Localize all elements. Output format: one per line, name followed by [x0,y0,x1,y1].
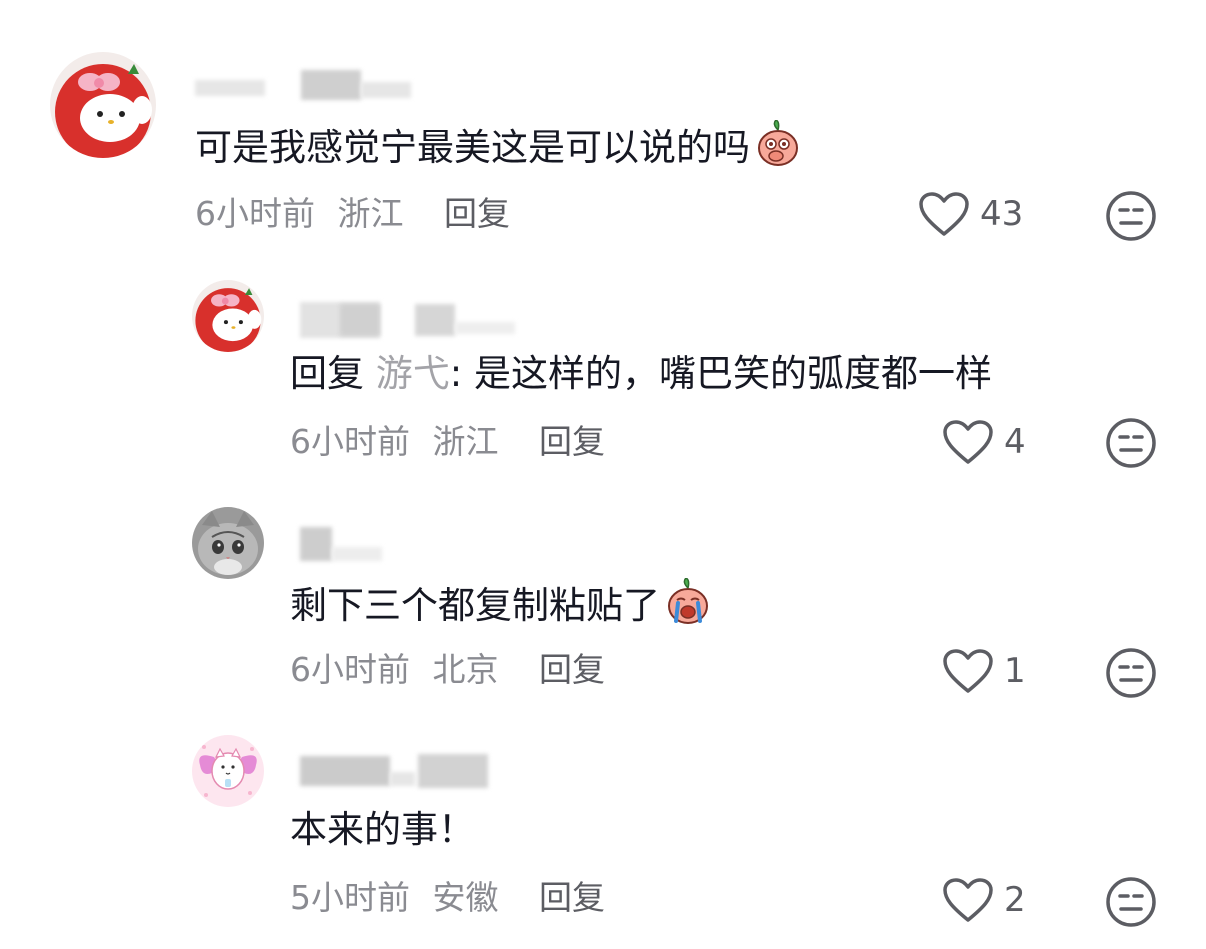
comment-meta: 6小时前 北京 回复 [290,648,605,692]
reply-button[interactable]: 回复 [444,194,510,233]
comment-item: 可是我感觉宁最美这是可以说的吗 6小时前 浙江 回复 43 [0,0,1206,250]
comment-location: 北京 [432,650,499,689]
comment-meta: 6小时前 浙江 回复 [290,420,605,464]
neutral-face-icon [1106,648,1156,698]
comment-location: 安徽 [432,878,499,917]
comment-location: 浙江 [432,422,499,461]
comment-text: 回复 游弋: 是这样的，嘴巴笑的弧度都一样 [290,350,992,398]
username[interactable] [290,525,410,561]
comment-text-content: 剩下三个都复制粘贴了 [290,584,660,627]
comment-location: 浙江 [337,194,404,233]
comment-text-content: 可是我感觉宁最美这是可以说的吗 [195,126,750,169]
heart-icon [943,649,993,693]
neutral-face-icon [1106,191,1156,241]
comment-time: 6小时前 [195,194,315,233]
like-button[interactable]: 4 [942,418,1026,466]
neutral-face-icon [1106,418,1156,468]
comment-text-content: 本来的事！ [290,808,475,851]
peach-shy-emoji-icon [754,119,802,180]
like-count: 1 [1004,651,1026,691]
comment-time: 6小时前 [290,650,410,689]
dislike-button[interactable] [1105,417,1157,469]
username[interactable] [290,298,530,338]
comment-meta: 5小时前 安徽 回复 [290,876,605,920]
neutral-face-icon [1106,877,1156,927]
dislike-button[interactable] [1105,876,1157,928]
comment-text: 可是我感觉宁最美这是可以说的吗 [195,119,802,180]
heart-icon [919,192,969,236]
comment-text-content: : 是这样的，嘴巴笑的弧度都一样 [449,352,992,395]
avatar[interactable] [192,507,264,579]
like-count: 43 [980,194,1024,234]
comment-time: 6小时前 [290,422,410,461]
comment-item: 回复 游弋: 是这样的，嘴巴笑的弧度都一样 6小时前 浙江 回复 4 [0,250,1206,480]
dislike-button[interactable] [1105,647,1157,699]
username[interactable] [195,70,415,104]
avatar[interactable] [192,280,264,352]
dislike-button[interactable] [1105,190,1157,242]
reply-button[interactable]: 回复 [539,650,605,689]
avatar[interactable] [192,735,264,807]
comment-item: 剩下三个都复制粘贴了 6小时前 北京 回复 1 [0,480,1206,710]
comment-text: 本来的事！ [290,806,475,854]
comment-meta: 6小时前 浙江 回复 [195,192,510,236]
comment-item: 本来的事！ 5小时前 安徽 回复 2 [0,710,1206,949]
like-count: 2 [1004,880,1026,920]
reply-button[interactable]: 回复 [539,878,605,917]
avatar[interactable] [50,52,156,158]
like-count: 4 [1004,422,1026,462]
reply-button[interactable]: 回复 [539,422,605,461]
like-button[interactable]: 2 [942,876,1026,924]
comment-text: 剩下三个都复制粘贴了 [290,577,712,638]
heart-icon [943,878,993,922]
like-button[interactable]: 43 [918,190,1023,238]
peach-crying-emoji-icon [664,577,712,638]
like-button[interactable]: 1 [942,647,1026,695]
reply-prefix: 回复 [290,352,364,395]
username[interactable] [290,750,510,788]
comment-time: 5小时前 [290,878,410,917]
reply-target-username[interactable]: 游弋 [376,352,450,395]
heart-icon [943,420,993,464]
